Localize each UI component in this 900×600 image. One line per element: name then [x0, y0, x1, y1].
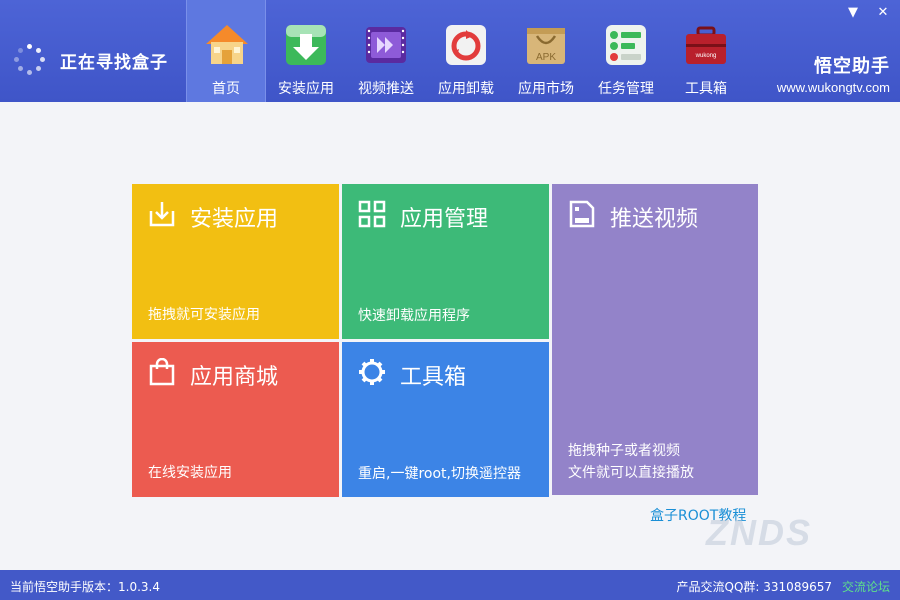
home-icon	[206, 25, 248, 64]
nav-item-install[interactable]: 安装应用	[266, 0, 346, 102]
nav-label: 应用市场	[518, 81, 574, 97]
nav-item-task-manager[interactable]: 任务管理	[586, 0, 666, 102]
status-bar: 当前悟空助手版本：1.0.3.4 产品交流QQ群: 331089657 交流论坛	[0, 570, 900, 600]
tile-push-video[interactable]: 推送视频 拖拽种子或者视频 文件就可以直接播放	[552, 184, 758, 495]
tile-app-manager[interactable]: 应用管理 快速卸载应用程序	[342, 184, 549, 339]
nav-item-home[interactable]: 首页	[186, 0, 266, 102]
tile-toolbox[interactable]: 工具箱 重启,一键root,切换遥控器	[342, 342, 549, 497]
toolbox-brand-label: wukong	[695, 53, 717, 59]
video-push-icon	[366, 27, 406, 63]
grid-icon	[358, 200, 386, 228]
version-text: 当前悟空助手版本：1.0.3.4	[10, 580, 160, 594]
nav-label: 应用卸载	[438, 81, 494, 97]
tile-desc: 拖拽就可安装应用	[148, 307, 260, 323]
toolbox-icon: wukong	[686, 26, 726, 64]
apk-label: APK	[536, 52, 556, 63]
status-text: 正在寻找盒子	[60, 52, 168, 73]
gear-icon	[359, 359, 385, 385]
shopping-bag-icon	[149, 358, 175, 386]
tile-desc: 重启,一键root,切换遥控器	[358, 466, 521, 482]
film-icon	[569, 200, 595, 228]
tile-title: 推送视频	[610, 207, 699, 232]
nav-item-market[interactable]: APK 应用市场	[506, 0, 586, 102]
connection-status: 正在寻找盒子	[14, 44, 168, 76]
brand: 悟空助手 www.wukongtv.com	[777, 52, 890, 95]
nav-label: 工具箱	[685, 81, 727, 97]
tile-title: 应用商城	[190, 365, 279, 390]
download-icon	[149, 202, 175, 227]
uninstall-icon	[446, 25, 486, 65]
tile-install-app[interactable]: 安装应用 拖拽就可安装应用	[132, 184, 339, 339]
close-icon[interactable]: ✕	[874, 4, 892, 22]
install-icon	[286, 25, 326, 65]
nav-label: 安装应用	[278, 81, 334, 97]
apk-market-icon: APK	[527, 28, 565, 64]
brand-name: 悟空助手	[814, 56, 890, 77]
znds-watermark: ZNDS	[706, 512, 812, 553]
tile-app-store[interactable]: 应用商城 在线安装应用	[132, 342, 339, 497]
tile-title: 应用管理	[400, 207, 489, 232]
task-manager-icon	[606, 25, 646, 65]
tile-desc-line: 文件就可以直接播放	[568, 465, 694, 481]
nav-item-video-push[interactable]: 视频推送	[346, 0, 426, 102]
brand-url: www.wukongtv.com	[776, 80, 890, 95]
tile-title: 工具箱	[400, 365, 467, 390]
tile-desc: 在线安装应用	[148, 465, 232, 481]
title-bar: ▼ ✕ 正在寻找盒子 首页 安装应用 视频推送 应用卸载 APK 应用市场 任务…	[0, 0, 900, 102]
qq-group-text: 产品交流QQ群: 331089657	[676, 580, 832, 594]
tile-desc: 快速卸载应用程序	[358, 308, 470, 324]
loading-spinner-icon	[14, 44, 46, 76]
nav-item-toolbox[interactable]: wukong 工具箱	[666, 0, 746, 102]
window-controls: ▼ ✕	[844, 4, 892, 22]
nav-label: 任务管理	[598, 81, 654, 97]
menu-dropdown-icon[interactable]: ▼	[844, 4, 862, 22]
tile-title: 安装应用	[190, 207, 279, 232]
main-nav: 首页 安装应用 视频推送 应用卸载 APK 应用市场 任务管理 wukong 工…	[186, 0, 746, 102]
forum-link[interactable]: 交流论坛	[842, 578, 890, 595]
tile-desc-line: 拖拽种子或者视频	[568, 443, 680, 459]
tile-desc: 拖拽种子或者视频 文件就可以直接播放	[568, 440, 694, 484]
nav-label: 视频推送	[358, 81, 414, 97]
nav-item-uninstall[interactable]: 应用卸载	[426, 0, 506, 102]
nav-label: 首页	[212, 81, 240, 97]
